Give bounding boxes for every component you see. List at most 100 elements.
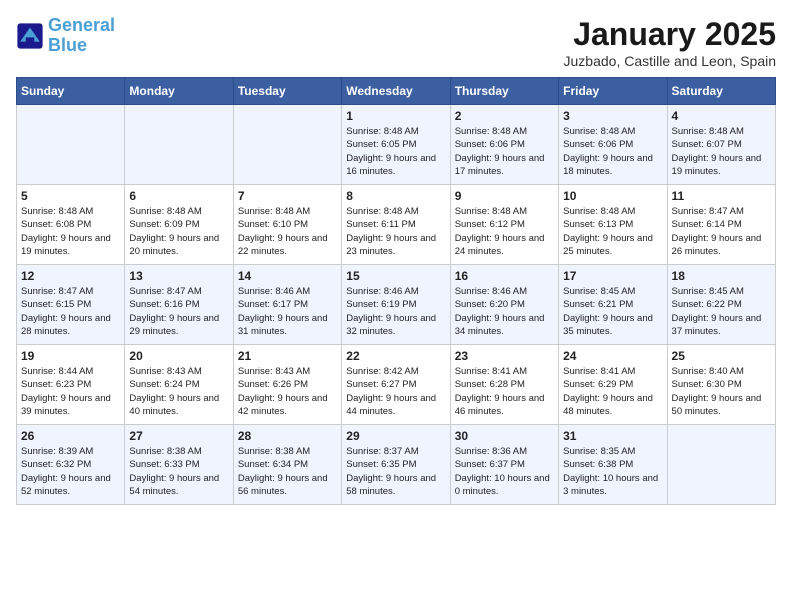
cell-info: Sunrise: 8:47 AM Sunset: 6:15 PM Dayligh… [21, 285, 120, 338]
day-number: 24 [563, 349, 662, 363]
calendar-week-row: 12 Sunrise: 8:47 AM Sunset: 6:15 PM Dayli… [17, 265, 776, 345]
calendar-cell: 20Sunrise: 8:43 AM Sunset: 6:24 PM Dayli… [125, 345, 233, 425]
calendar-cell: 10 Sunrise: 8:48 AM Sunset: 6:13 PM Dayli… [559, 185, 667, 265]
day-number: 21 [238, 349, 337, 363]
calendar-cell: 27Sunrise: 8:38 AM Sunset: 6:33 PM Dayli… [125, 425, 233, 505]
day-number: 9 [455, 189, 554, 203]
cell-info: Sunrise: 8:48 AM Sunset: 6:06 PM Dayligh… [563, 125, 662, 178]
cell-info: Sunrise: 8:45 AM Sunset: 6:22 PM Dayligh… [672, 285, 771, 338]
calendar-cell: 21 Sunrise: 8:43 AM Sunset: 6:26 PM Dayli… [233, 345, 341, 425]
day-number: 28 [238, 429, 337, 443]
cell-info: Sunrise: 8:48 AM Sunset: 6:09 PM Dayligh… [129, 205, 228, 258]
day-number: 29 [346, 429, 445, 443]
cell-info: Sunrise: 8:36 AM Sunset: 6:37 PM Dayligh… [455, 445, 554, 498]
weekday-header: Sunday [17, 78, 125, 105]
weekday-header: Friday [559, 78, 667, 105]
day-number: 14 [238, 269, 337, 283]
day-number: 16 [455, 269, 554, 283]
calendar-cell [125, 105, 233, 185]
cell-info: Sunrise: 8:47 AM Sunset: 6:16 PM Dayligh… [129, 285, 228, 338]
day-number: 18 [672, 269, 771, 283]
calendar-cell: 13 Sunrise: 8:47 AM Sunset: 6:16 PM Dayli… [125, 265, 233, 345]
weekday-header: Tuesday [233, 78, 341, 105]
calendar-table: SundayMondayTuesdayWednesdayThursdayFrid… [16, 77, 776, 505]
logo-line2: Blue [48, 35, 87, 55]
weekday-header-row: SundayMondayTuesdayWednesdayThursdayFrid… [17, 78, 776, 105]
calendar-week-row: 19 Sunrise: 8:44 AM Sunset: 6:23 PM Dayli… [17, 345, 776, 425]
cell-info: Sunrise: 8:47 AM Sunset: 6:14 PM Dayligh… [672, 205, 771, 258]
cell-info: Sunrise: 8:46 AM Sunset: 6:19 PM Dayligh… [346, 285, 445, 338]
day-number: 3 [563, 109, 662, 123]
day-number: 12 [21, 269, 120, 283]
day-number: 2 [455, 109, 554, 123]
cell-info: Sunrise: 8:40 AM Sunset: 6:30 PM Dayligh… [672, 365, 771, 418]
cell-info: Sunrise: 8:43 AM Sunset: 6:24 PM Dayligh… [129, 365, 228, 418]
calendar-cell: 30 Sunrise: 8:36 AM Sunset: 6:37 PM Dayli… [450, 425, 558, 505]
calendar-cell [667, 425, 775, 505]
weekday-header: Saturday [667, 78, 775, 105]
calendar-cell: 19 Sunrise: 8:44 AM Sunset: 6:23 PM Dayli… [17, 345, 125, 425]
calendar-cell: 8Sunrise: 8:48 AM Sunset: 6:11 PM Daylig… [342, 185, 450, 265]
day-number: 15 [346, 269, 445, 283]
day-number: 10 [563, 189, 662, 203]
calendar-cell: 26Sunrise: 8:39 AM Sunset: 6:32 PM Dayli… [17, 425, 125, 505]
cell-info: Sunrise: 8:39 AM Sunset: 6:32 PM Dayligh… [21, 445, 120, 498]
header: General Blue January 2025 Juzbado, Casti… [16, 16, 776, 69]
logo-line1: General [48, 15, 115, 35]
calendar-cell: 22Sunrise: 8:42 AM Sunset: 6:27 PM Dayli… [342, 345, 450, 425]
calendar-cell: 4 Sunrise: 8:48 AM Sunset: 6:07 PM Daylig… [667, 105, 775, 185]
cell-info: Sunrise: 8:41 AM Sunset: 6:29 PM Dayligh… [563, 365, 662, 418]
day-number: 25 [672, 349, 771, 363]
calendar-cell: 5Sunrise: 8:48 AM Sunset: 6:08 PM Daylig… [17, 185, 125, 265]
day-number: 30 [455, 429, 554, 443]
logo: General Blue [16, 16, 115, 56]
cell-info: Sunrise: 8:45 AM Sunset: 6:21 PM Dayligh… [563, 285, 662, 338]
day-number: 6 [129, 189, 228, 203]
calendar-cell: 6 Sunrise: 8:48 AM Sunset: 6:09 PM Daylig… [125, 185, 233, 265]
calendar-week-row: 1 Sunrise: 8:48 AM Sunset: 6:05 PM Daylig… [17, 105, 776, 185]
calendar-cell: 7Sunrise: 8:48 AM Sunset: 6:10 PM Daylig… [233, 185, 341, 265]
day-number: 27 [129, 429, 228, 443]
calendar-cell: 29 Sunrise: 8:37 AM Sunset: 6:35 PM Dayli… [342, 425, 450, 505]
calendar-cell: 2 Sunrise: 8:48 AM Sunset: 6:06 PM Daylig… [450, 105, 558, 185]
day-number: 23 [455, 349, 554, 363]
calendar-cell: 14Sunrise: 8:46 AM Sunset: 6:17 PM Dayli… [233, 265, 341, 345]
cell-info: Sunrise: 8:37 AM Sunset: 6:35 PM Dayligh… [346, 445, 445, 498]
day-number: 1 [346, 109, 445, 123]
cell-info: Sunrise: 8:43 AM Sunset: 6:26 PM Dayligh… [238, 365, 337, 418]
day-number: 17 [563, 269, 662, 283]
cell-info: Sunrise: 8:48 AM Sunset: 6:12 PM Dayligh… [455, 205, 554, 258]
calendar-cell: 15 Sunrise: 8:46 AM Sunset: 6:19 PM Dayli… [342, 265, 450, 345]
title-area: January 2025 Juzbado, Castille and Leon,… [564, 16, 776, 69]
day-number: 31 [563, 429, 662, 443]
calendar-cell: 23Sunrise: 8:41 AM Sunset: 6:28 PM Dayli… [450, 345, 558, 425]
day-number: 13 [129, 269, 228, 283]
calendar-cell: 12 Sunrise: 8:47 AM Sunset: 6:15 PM Dayli… [17, 265, 125, 345]
calendar-cell: 17 Sunrise: 8:45 AM Sunset: 6:21 PM Dayli… [559, 265, 667, 345]
day-number: 7 [238, 189, 337, 203]
cell-info: Sunrise: 8:35 AM Sunset: 6:38 PM Dayligh… [563, 445, 662, 498]
calendar-week-row: 5Sunrise: 8:48 AM Sunset: 6:08 PM Daylig… [17, 185, 776, 265]
weekday-header: Wednesday [342, 78, 450, 105]
day-number: 4 [672, 109, 771, 123]
logo-icon [16, 22, 44, 50]
cell-info: Sunrise: 8:48 AM Sunset: 6:07 PM Dayligh… [672, 125, 771, 178]
day-number: 8 [346, 189, 445, 203]
calendar-cell: 18 Sunrise: 8:45 AM Sunset: 6:22 PM Dayli… [667, 265, 775, 345]
weekday-header: Thursday [450, 78, 558, 105]
calendar-cell: 1 Sunrise: 8:48 AM Sunset: 6:05 PM Daylig… [342, 105, 450, 185]
cell-info: Sunrise: 8:48 AM Sunset: 6:06 PM Dayligh… [455, 125, 554, 178]
calendar-cell: 24 Sunrise: 8:41 AM Sunset: 6:29 PM Dayli… [559, 345, 667, 425]
logo-text: General Blue [48, 16, 115, 56]
calendar-week-row: 26Sunrise: 8:39 AM Sunset: 6:32 PM Dayli… [17, 425, 776, 505]
cell-info: Sunrise: 8:48 AM Sunset: 6:13 PM Dayligh… [563, 205, 662, 258]
location-subtitle: Juzbado, Castille and Leon, Spain [564, 53, 776, 69]
calendar-cell: 25 Sunrise: 8:40 AM Sunset: 6:30 PM Dayli… [667, 345, 775, 425]
cell-info: Sunrise: 8:46 AM Sunset: 6:20 PM Dayligh… [455, 285, 554, 338]
calendar-cell: 16 Sunrise: 8:46 AM Sunset: 6:20 PM Dayli… [450, 265, 558, 345]
month-title: January 2025 [564, 16, 776, 53]
cell-info: Sunrise: 8:48 AM Sunset: 6:05 PM Dayligh… [346, 125, 445, 178]
calendar-cell: 9 Sunrise: 8:48 AM Sunset: 6:12 PM Daylig… [450, 185, 558, 265]
day-number: 19 [21, 349, 120, 363]
cell-info: Sunrise: 8:44 AM Sunset: 6:23 PM Dayligh… [21, 365, 120, 418]
